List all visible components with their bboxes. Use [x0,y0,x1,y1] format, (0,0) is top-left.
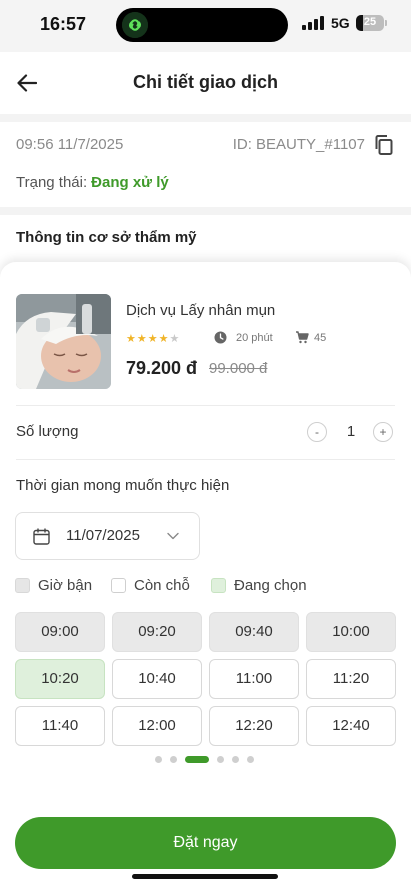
pager-dot[interactable] [185,756,209,763]
pager-dot[interactable] [155,756,162,763]
service-thumbnail [16,294,111,389]
copy-icon[interactable] [373,134,395,156]
time-slot-1100[interactable]: 11:00 [209,659,299,699]
pager-dot[interactable] [217,756,224,763]
transaction-status: Trạng thái: Đang xử lý [16,174,169,191]
status-time: 16:57 [40,14,87,34]
date-value: 11/07/2025 [66,527,140,544]
transaction-meta: 09:56 11/7/2025 ID: BEAUTY_#1107 [16,134,395,156]
header: Chi tiết giao dịch [0,52,411,114]
star-icon: ★ [169,333,181,345]
chevron-down-icon [167,532,179,540]
date-select[interactable]: 11/07/2025 [15,512,200,560]
service-price: 79.200 đ [126,358,198,378]
quantity-label: Số lượng [16,423,79,440]
home-indicator [132,874,278,879]
time-slot-1040[interactable]: 10:40 [112,659,202,699]
transaction-datetime: 09:56 11/7/2025 [16,136,124,153]
link-app-icon [122,12,148,38]
time-slot-1020[interactable]: 10:20 [15,659,105,699]
quantity-increase-button[interactable]: + [373,422,393,442]
star-icon: ★ [158,333,170,345]
rating-stars: ★★★★★ [126,332,180,345]
quantity-value: 1 [346,423,356,440]
clock-icon [214,331,227,344]
pager-dot[interactable] [232,756,239,763]
service-old-price: 99.000 đ [209,360,268,377]
dynamic-island [116,8,288,42]
network-label: 5G [331,15,350,31]
time-slot-1200[interactable]: 12:00 [112,706,202,746]
preferred-time-label: Thời gian mong muốn thực hiện [16,477,230,494]
star-icon: ★ [126,333,137,345]
booking-sheet: Dịch vụ Lấy nhân mụn ★★★★★ 20 phút 45 79… [0,262,411,883]
clinic-info-title: Thông tin cơ sở thẩm mỹ [16,229,197,246]
book-now-button[interactable]: Đặt ngay [15,817,396,869]
status-value: Đang xử lý [91,174,169,191]
time-slot-1240[interactable]: 12:40 [306,706,396,746]
section-divider [0,114,411,122]
star-icon: ★ [136,333,148,345]
time-slot-0920: 09:20 [112,612,202,652]
star-icon: ★ [147,333,159,345]
time-slot-1000: 10:00 [306,612,396,652]
battery-level: 25 [363,16,377,28]
service-duration: 20 phút [236,332,273,344]
sold-count: 45 [314,332,327,344]
time-slot-0940: 09:40 [209,612,299,652]
time-slot-1120[interactable]: 11:20 [306,659,396,699]
time-slot-1220[interactable]: 12:20 [209,706,299,746]
quantity-decrease-button[interactable]: - [307,422,327,442]
pager-dot[interactable] [247,756,254,763]
signal-icon [302,16,324,30]
pager-dot[interactable] [170,756,177,763]
page-title: Chi tiết giao dịch [132,72,278,92]
section-divider [0,207,411,215]
time-slot-1140[interactable]: 11:40 [15,706,105,746]
calendar-icon [33,528,50,545]
status-label: Trạng thái: [16,174,88,191]
divider [16,405,395,406]
transaction-id: ID: BEAUTY_#1107 [232,136,365,153]
cart-icon [296,331,309,344]
service-name: Dịch vụ Lấy nhân mụn [126,302,276,319]
battery-icon: 25 [356,15,384,31]
status-bar: 16:57 5G 25 [0,0,411,52]
time-slot-0900: 09:00 [15,612,105,652]
divider [16,459,395,460]
